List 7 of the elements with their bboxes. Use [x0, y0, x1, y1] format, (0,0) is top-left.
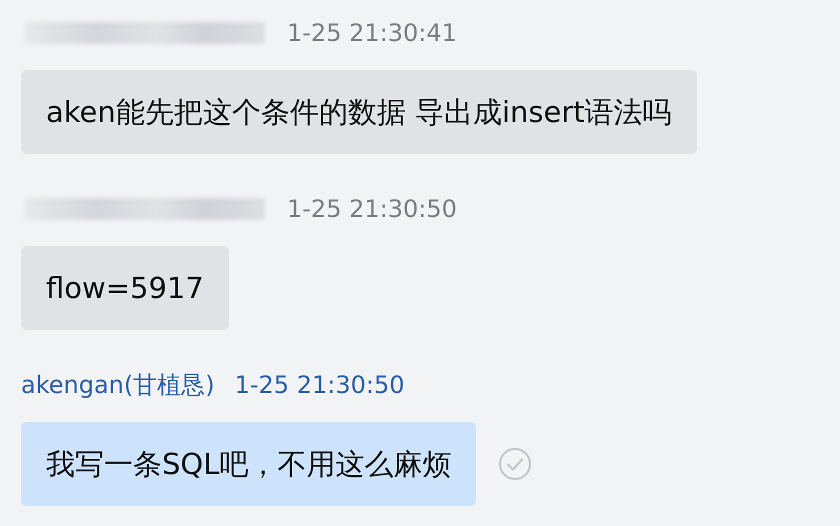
message-bubble: flow=5917 — [21, 246, 229, 330]
message-bubble: aken能先把这个条件的数据 导出成insert语法吗 — [21, 70, 697, 154]
message-time: 1-25 21:30:50 — [287, 195, 457, 223]
message-time: 1-25 21:30:41 — [287, 19, 457, 47]
message-bubble: 我写一条SQL吧，不用这么麻烦 — [21, 422, 476, 506]
sender-name[interactable]: akengan(甘植恳) — [21, 369, 215, 401]
message-time: 1-25 21:30:50 — [234, 371, 404, 399]
